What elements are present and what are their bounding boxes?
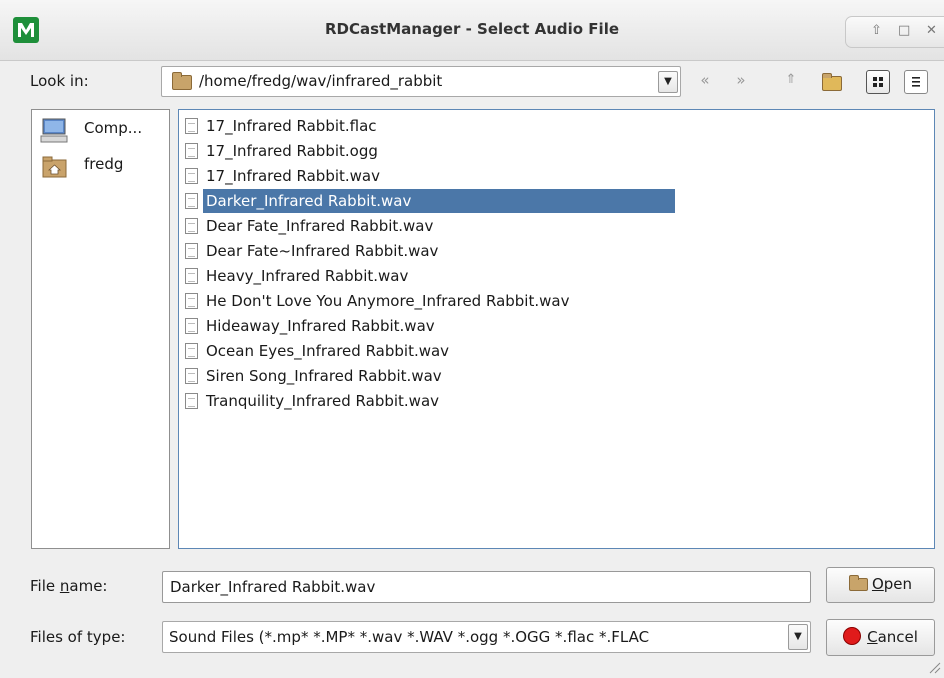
file-type-combo[interactable]: Sound Files (*.mp* *.MP* *.wav *.WAV *.o… [162, 621, 811, 653]
file-name-value: Darker_Infrared Rabbit.wav [170, 578, 376, 596]
sidebar-places: Comp... fredg [31, 109, 170, 549]
file-name-text: He Don't Love You Anymore_Infrared Rabbi… [206, 292, 570, 310]
title-bar[interactable]: RDCastManager - Select Audio File ⇧ □ ✕ [0, 0, 944, 61]
file-icon [185, 242, 198, 259]
open-button[interactable]: Open [826, 567, 935, 603]
folder-icon [172, 72, 192, 90]
file-name-text: Siren Song_Infrared Rabbit.wav [206, 367, 442, 385]
file-row[interactable]: Tranquility_Infrared Rabbit.wav [185, 389, 439, 413]
file-row[interactable]: 17_Infrared Rabbit.wav [185, 164, 380, 188]
file-icon [185, 292, 198, 309]
detail-view-icon[interactable] [904, 70, 928, 94]
sidebar-item-label: Comp... [84, 119, 143, 137]
file-row[interactable]: Dear Fate_Infrared Rabbit.wav [185, 214, 433, 238]
list-view-icon[interactable] [866, 70, 890, 94]
file-icon [185, 267, 198, 284]
file-icon [185, 342, 198, 359]
file-row[interactable]: 17_Infrared Rabbit.ogg [185, 139, 378, 163]
chevron-down-icon[interactable]: ▼ [788, 624, 808, 650]
back-icon[interactable]: « [693, 68, 717, 92]
home-folder-icon [42, 156, 68, 185]
file-icon [185, 142, 198, 159]
file-name-label: File name: [30, 577, 108, 595]
file-icon [185, 167, 198, 184]
file-row[interactable]: Ocean Eyes_Infrared Rabbit.wav [185, 339, 449, 363]
chevron-down-icon[interactable]: ▼ [658, 71, 678, 93]
file-row[interactable]: Heavy_Infrared Rabbit.wav [185, 264, 408, 288]
resize-grip-icon[interactable] [928, 660, 942, 674]
open-folder-icon [848, 575, 868, 591]
parent-directory-icon[interactable]: ⇑ [779, 68, 803, 92]
file-name-text: Dear Fate~Infrared Rabbit.wav [206, 242, 439, 260]
file-name-text: Hideaway_Infrared Rabbit.wav [206, 317, 435, 335]
forward-icon[interactable]: » [729, 68, 753, 92]
file-name-text: Tranquility_Infrared Rabbit.wav [206, 392, 440, 410]
new-folder-icon[interactable] [822, 73, 842, 92]
file-name-text: Dear Fate_Infrared Rabbit.wav [206, 217, 434, 235]
file-name-input[interactable]: Darker_Infrared Rabbit.wav [162, 571, 811, 603]
file-name-text: Heavy_Infrared Rabbit.wav [206, 267, 409, 285]
file-row-selected[interactable]: Darker_Infrared Rabbit.wav [185, 189, 675, 213]
file-type-value: Sound Files (*.mp* *.MP* *.wav *.WAV *.o… [169, 628, 650, 646]
restore-icon[interactable]: □ [898, 23, 910, 38]
file-name-text: 17_Infrared Rabbit.ogg [206, 142, 378, 160]
file-row[interactable]: He Don't Love You Anymore_Infrared Rabbi… [185, 289, 569, 313]
file-name-text: Darker_Infrared Rabbit.wav [203, 189, 675, 213]
window-controls: ⇧ □ ✕ [845, 16, 944, 48]
file-name-text: Ocean Eyes_Infrared Rabbit.wav [206, 342, 450, 360]
window-title: RDCastManager - Select Audio File [324, 20, 620, 38]
file-icon [185, 217, 198, 234]
file-list[interactable]: 17_Infrared Rabbit.flac 17_Infrared Rabbi… [178, 109, 935, 549]
look-in-label: Look in: [30, 72, 89, 90]
look-in-combo[interactable]: /home/fredg/wav/infrared_rabbit ▼ [161, 66, 681, 97]
file-name-text: 17_Infrared Rabbit.wav [206, 167, 380, 185]
file-icon [185, 367, 198, 384]
file-icon [185, 392, 198, 409]
file-row[interactable]: Hideaway_Infrared Rabbit.wav [185, 314, 435, 338]
file-icon [185, 192, 198, 209]
computer-icon [40, 118, 70, 151]
cancel-button[interactable]: Cancel [826, 619, 935, 656]
file-row[interactable]: Dear Fate~Infrared Rabbit.wav [185, 239, 438, 263]
file-row[interactable]: Siren Song_Infrared Rabbit.wav [185, 364, 442, 388]
sidebar-item-label: fredg [84, 155, 124, 173]
maximize-icon[interactable]: ⇧ [871, 23, 882, 38]
file-row[interactable]: 17_Infrared Rabbit.flac [185, 114, 377, 138]
look-in-path: /home/fredg/wav/infrared_rabbit [199, 72, 443, 90]
close-icon[interactable]: ✕ [926, 23, 937, 38]
cancel-icon [843, 627, 862, 645]
file-icon [185, 317, 198, 334]
file-name-text: 17_Infrared Rabbit.flac [206, 117, 377, 135]
file-icon [185, 117, 198, 134]
file-type-label: Files of type: [30, 628, 126, 646]
